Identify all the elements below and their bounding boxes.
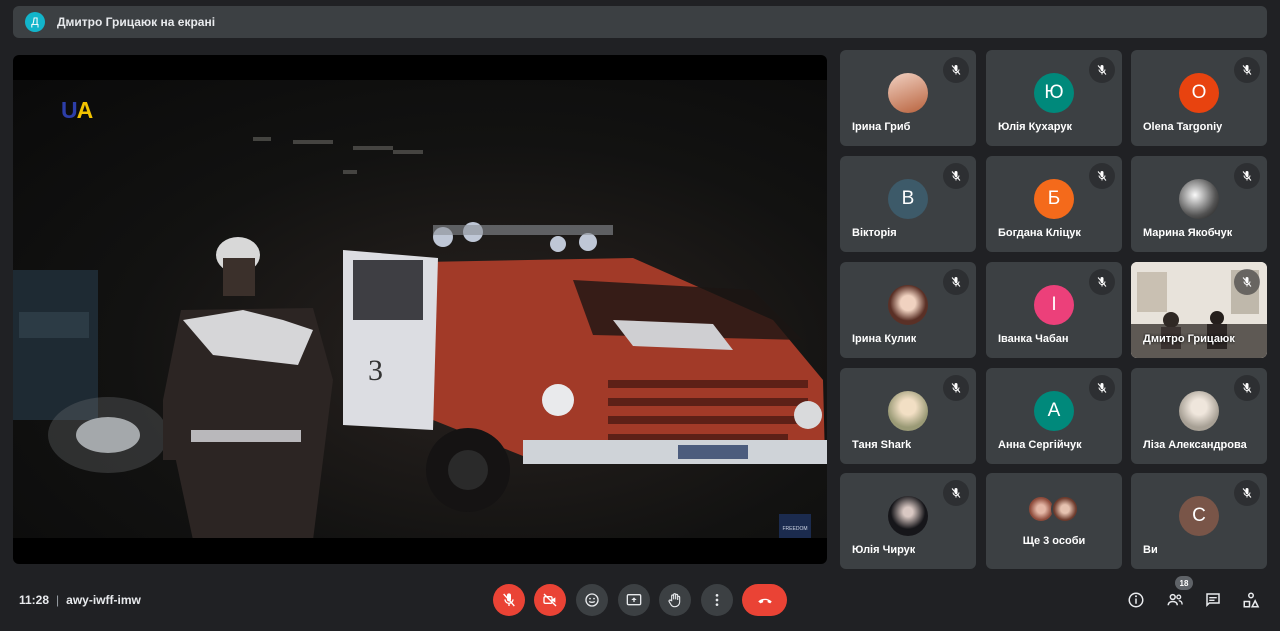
presenter-banner-text: Дмитро Грицаюк на екрані xyxy=(57,15,216,29)
present-screen-button[interactable] xyxy=(618,584,650,616)
participant-letter-avatar: С xyxy=(1179,496,1219,536)
more-options-icon xyxy=(715,594,719,606)
mic-off-icon xyxy=(1089,163,1115,189)
mic-off-icon xyxy=(1089,269,1115,295)
hang-up-icon xyxy=(757,598,772,604)
presenter-avatar: Д xyxy=(25,12,45,32)
more-options-button[interactable] xyxy=(701,584,733,616)
mic-off-icon xyxy=(1234,57,1260,83)
raise-hand-icon xyxy=(668,593,681,608)
activities-button[interactable] xyxy=(1240,589,1262,611)
participant-name: Ліза Александрова xyxy=(1143,439,1247,451)
mic-off-icon xyxy=(1089,57,1115,83)
participant-tile[interactable]: Юлія Чирук xyxy=(840,473,976,569)
more-participants-label: Ще 3 особи xyxy=(1022,535,1086,547)
ua-channel-logo: UA xyxy=(61,97,93,123)
self-tile[interactable]: С Ви xyxy=(1131,473,1267,569)
mic-off-icon xyxy=(943,163,969,189)
participant-photo-avatar xyxy=(888,285,928,325)
participant-video-tile[interactable]: Дмитро Грицаюк xyxy=(1131,262,1267,358)
people-icon xyxy=(1167,593,1183,606)
chat-button[interactable] xyxy=(1202,589,1224,611)
toggle-camera-button[interactable] xyxy=(534,584,566,616)
participant-name: Богдана Кліцук xyxy=(998,227,1081,239)
participant-name: Ви xyxy=(1143,544,1158,556)
more-participants-tile[interactable]: Ще 3 особи xyxy=(986,473,1122,569)
mic-off-icon xyxy=(1234,480,1260,506)
participant-tile[interactable]: І Іванка Чабан xyxy=(986,262,1122,358)
grouped-avatars xyxy=(1027,495,1083,523)
camera-off-icon xyxy=(543,593,557,607)
present-screen-icon xyxy=(626,594,642,606)
activities-icon xyxy=(1243,592,1260,608)
mic-off-icon xyxy=(1234,375,1260,401)
participant-name: Olena Targoniy xyxy=(1143,121,1223,133)
participant-name: Таня Shark xyxy=(852,439,912,451)
video-frame-illustration: 3 xyxy=(13,137,827,538)
participant-name: Марина Якобчук xyxy=(1143,227,1233,239)
participant-name: Іванка Чабан xyxy=(998,333,1069,345)
participant-tile[interactable]: Б Богдана Кліцук xyxy=(986,156,1122,252)
participant-name: Вікторія xyxy=(852,227,897,239)
participant-tile[interactable]: А Анна Сергійчук xyxy=(986,368,1122,464)
participant-letter-avatar: В xyxy=(888,179,928,219)
emoji-icon xyxy=(585,593,599,607)
truck-number: 3 xyxy=(368,354,383,387)
participant-tile[interactable]: Ірина Кулик xyxy=(840,262,976,358)
meeting-details: 11:28 | awy-iwff-imw xyxy=(19,593,141,607)
presenter-banner[interactable]: Д Дмитро Грицаюк на екрані xyxy=(13,6,1267,38)
participant-photo-avatar xyxy=(1179,391,1219,431)
meeting-details-button[interactable] xyxy=(1125,589,1147,611)
participant-name: Юлія Чирук xyxy=(852,544,916,556)
participant-photo-avatar xyxy=(888,496,928,536)
leave-call-button[interactable] xyxy=(742,584,787,616)
participant-letter-avatar: O xyxy=(1179,73,1219,113)
participant-letter-avatar: Ю xyxy=(1034,73,1074,113)
current-time: 11:28 xyxy=(19,593,50,607)
participant-name: Дмитро Грицаюк xyxy=(1143,333,1235,345)
participant-photo-avatar xyxy=(888,73,928,113)
participant-name: Ірина Гриб xyxy=(852,121,911,133)
mic-off-icon xyxy=(503,593,515,607)
meeting-code: awy-iwff-imw xyxy=(66,593,141,607)
participant-count-badge: 18 xyxy=(1175,576,1193,590)
participant-tile[interactable]: В Вікторія xyxy=(840,156,976,252)
participant-tile[interactable]: Ірина Гриб xyxy=(840,50,976,146)
mic-off-icon xyxy=(1234,163,1260,189)
reactions-button[interactable] xyxy=(576,584,608,616)
chat-icon xyxy=(1206,593,1220,608)
call-controls-bar: 11:28 | awy-iwff-imw 18 xyxy=(0,576,1280,631)
mic-off-icon xyxy=(943,480,969,506)
participant-photo-avatar xyxy=(1051,495,1079,523)
participant-photo-avatar xyxy=(1179,179,1219,219)
freedom-channel-badge: FREEDOM xyxy=(779,514,811,538)
toggle-mic-button[interactable] xyxy=(493,584,525,616)
participant-tile[interactable]: O Olena Targoniy xyxy=(1131,50,1267,146)
participant-tile[interactable]: Таня Shark xyxy=(840,368,976,464)
participant-name: Анна Сергійчук xyxy=(998,439,1082,451)
participant-letter-avatar: Б xyxy=(1034,179,1074,219)
participant-photo-avatar xyxy=(888,391,928,431)
people-button[interactable] xyxy=(1164,589,1186,611)
participant-letter-avatar: А xyxy=(1034,391,1074,431)
participant-tile[interactable]: Марина Якобчук xyxy=(1131,156,1267,252)
mic-off-icon xyxy=(943,269,969,295)
participant-tile[interactable]: Ю Юлія Кухарук xyxy=(986,50,1122,146)
participant-name: Юлія Кухарук xyxy=(998,121,1072,133)
presentation-video: 3 UA FREEDOM xyxy=(13,80,827,538)
participant-tile[interactable]: Ліза Александрова xyxy=(1131,368,1267,464)
shared-screen[interactable]: 3 UA FREEDOM xyxy=(13,55,827,564)
raise-hand-button[interactable] xyxy=(659,584,691,616)
info-icon xyxy=(1128,592,1144,608)
mic-off-icon xyxy=(943,375,969,401)
participant-name: Ірина Кулик xyxy=(852,333,917,345)
mic-off-icon xyxy=(1234,269,1260,295)
mic-off-icon xyxy=(943,57,969,83)
mic-off-icon xyxy=(1089,375,1115,401)
participant-letter-avatar: І xyxy=(1034,285,1074,325)
separator: | xyxy=(56,593,60,607)
